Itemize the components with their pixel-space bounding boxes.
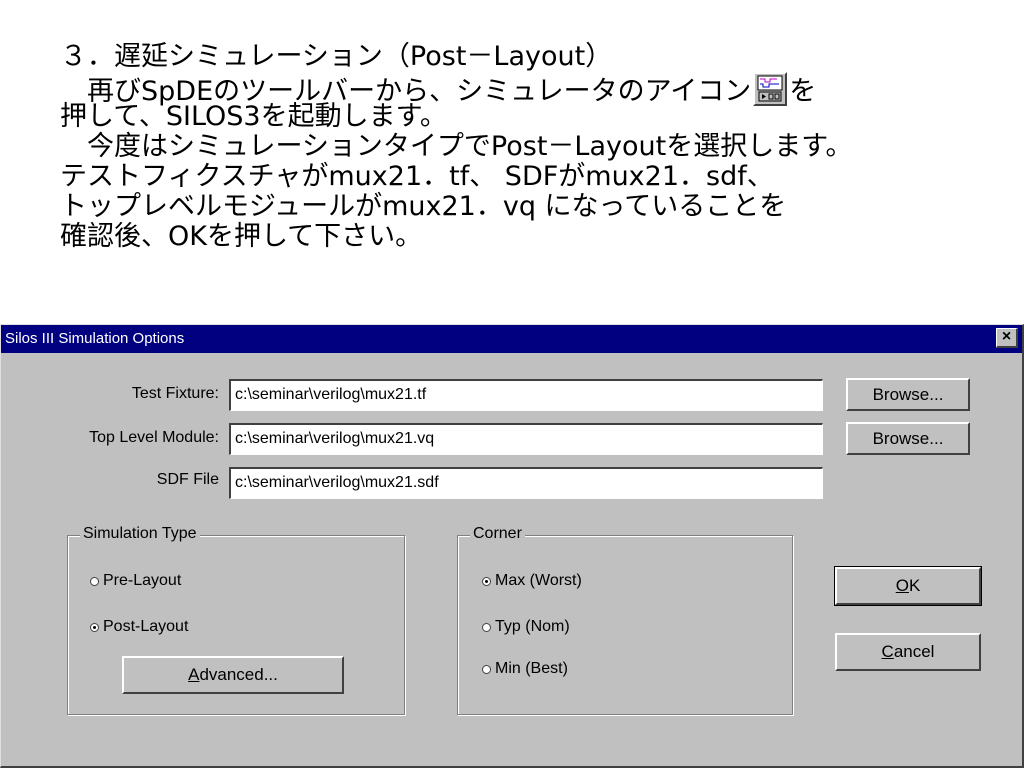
instruction-text: ３．遅延シミュレーション（Post－Layout） 再びSpDEのツールバーから… bbox=[60, 42, 1000, 252]
instruction-line-5: テストフィクスチャがmux21．tf、 SDFがmux21．sdf、 bbox=[60, 161, 774, 192]
advanced-button[interactable]: Advanced... bbox=[122, 656, 344, 694]
simulation-type-group: Simulation Type Pre-Layout Post-Layout A… bbox=[67, 525, 405, 715]
radio-dot bbox=[482, 664, 491, 674]
radio-dot-selected bbox=[482, 576, 491, 586]
sdf-file-label: SDF File bbox=[156, 471, 219, 488]
browse-top-level-button[interactable]: Browse... bbox=[846, 422, 970, 455]
instruction-line-4: 今度はシミュレーションタイプでPost－Layoutを選択します。 bbox=[60, 131, 853, 162]
dialog-title: Silos III Simulation Options bbox=[5, 330, 185, 347]
close-button[interactable]: × bbox=[996, 328, 1018, 348]
instruction-line-7: 確認後、OKを押して下さい。 bbox=[60, 221, 423, 252]
radio-dot bbox=[482, 622, 491, 632]
radio-min-best[interactable]: Min (Best) bbox=[482, 660, 568, 678]
simulation-type-title: Simulation Type bbox=[80, 525, 200, 543]
corner-title: Corner bbox=[470, 525, 525, 543]
heading-line: ３．遅延シミュレーション（Post－Layout） bbox=[60, 41, 613, 72]
browse-test-fixture-button[interactable]: Browse... bbox=[846, 378, 970, 411]
cancel-button[interactable]: Cancel bbox=[835, 633, 981, 671]
top-level-module-field[interactable]: c:\seminar\verilog\mux21.vq bbox=[229, 423, 823, 455]
corner-group: Corner Max (Worst) Typ (Nom) Min (Best) bbox=[457, 525, 793, 715]
radio-dot bbox=[90, 576, 99, 586]
simulation-options-dialog: Silos III Simulation Options × Test Fixt… bbox=[0, 324, 1024, 768]
radio-max-worst[interactable]: Max (Worst) bbox=[482, 572, 582, 590]
dialog-titlebar[interactable]: Silos III Simulation Options bbox=[1, 325, 1022, 353]
ok-button[interactable]: OK bbox=[834, 566, 982, 606]
instruction-line-2: 再びSpDEのツールバーから、シミュレータのアイコン を bbox=[60, 72, 1000, 107]
radio-pre-layout[interactable]: Pre-Layout bbox=[90, 572, 181, 590]
simulator-icon bbox=[753, 72, 788, 106]
sdf-file-field[interactable]: c:\seminar\verilog\mux21.sdf bbox=[229, 467, 823, 499]
radio-post-layout[interactable]: Post-Layout bbox=[90, 618, 188, 636]
test-fixture-label: Test Fixture: bbox=[131, 385, 219, 402]
instruction-line-6: トップレベルモジュールがmux21．vq になっていることを bbox=[60, 191, 787, 222]
top-level-module-label: Top Level Module: bbox=[89, 429, 219, 446]
test-fixture-field[interactable]: c:\seminar\verilog\mux21.tf bbox=[229, 379, 823, 411]
radio-dot-selected bbox=[90, 622, 99, 632]
radio-typ-nom[interactable]: Typ (Nom) bbox=[482, 618, 570, 636]
